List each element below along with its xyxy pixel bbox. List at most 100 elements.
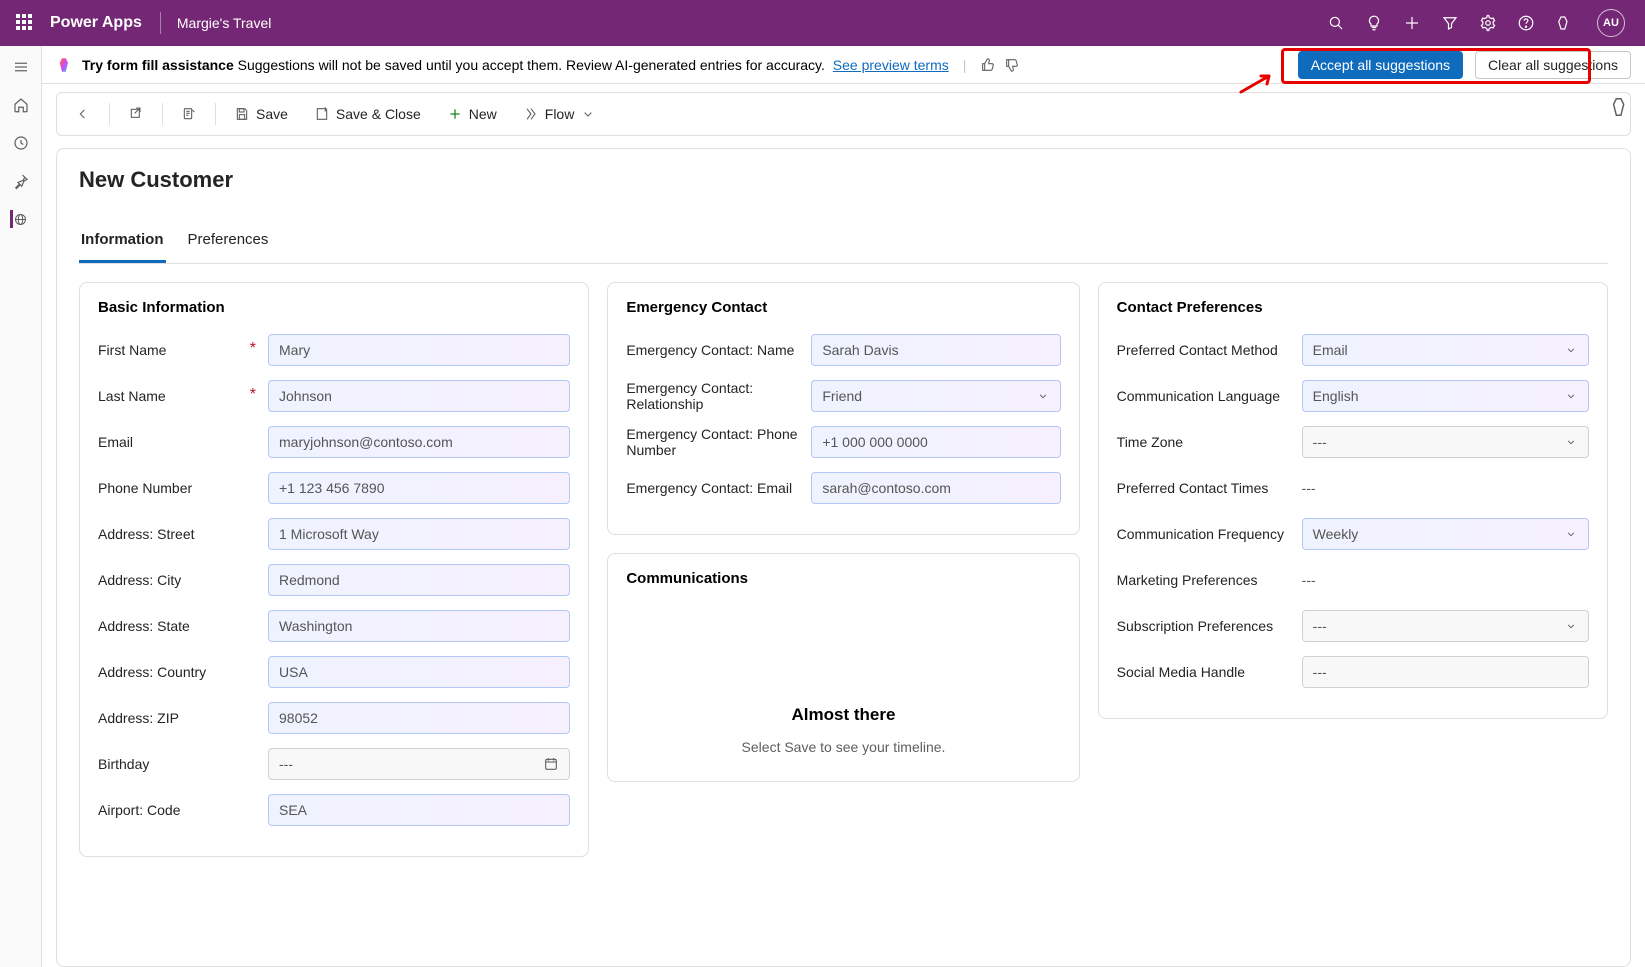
new-button[interactable]: New	[437, 100, 507, 128]
required-indicator: *	[250, 340, 256, 358]
notification-body: Suggestions will not be saved until you …	[234, 57, 829, 73]
new-label: New	[469, 106, 497, 122]
open-new-window-button[interactable]	[118, 100, 154, 128]
filter-icon[interactable]	[1441, 14, 1459, 32]
gear-icon[interactable]	[1479, 14, 1497, 32]
tab-preferences[interactable]: Preferences	[186, 223, 271, 263]
section-title: Communications	[626, 570, 1060, 587]
field-label: Emergency Contact: Name	[626, 342, 801, 358]
subscription-select[interactable]: ---	[1302, 610, 1589, 642]
field-label: Address: State	[98, 618, 258, 634]
clear-all-button[interactable]: Clear all suggestions	[1475, 51, 1631, 79]
field-label: Address: ZIP	[98, 710, 258, 726]
pinned-icon[interactable]	[12, 172, 30, 190]
notification-text: Try form fill assistance Suggestions wil…	[82, 57, 949, 73]
user-avatar[interactable]: AU	[1597, 9, 1625, 37]
required-indicator: *	[250, 386, 256, 404]
section-title: Basic Information	[98, 299, 570, 316]
copilot-panel-button[interactable]	[1609, 96, 1631, 118]
app-title: Power Apps	[50, 14, 142, 32]
state-input[interactable]: Washington	[268, 610, 570, 642]
copilot-icon	[56, 56, 74, 74]
flow-button[interactable]: Flow	[513, 100, 607, 128]
emergency-phone-input[interactable]: +1 000 000 0000	[811, 426, 1060, 458]
email-input[interactable]: maryjohnson@contoso.com	[268, 426, 570, 458]
tab-information[interactable]: Information	[79, 223, 166, 263]
birthday-input[interactable]: ---	[268, 748, 570, 780]
annotation-arrow	[1239, 72, 1275, 94]
chevron-down-icon	[1564, 435, 1578, 449]
frequency-select[interactable]: Weekly	[1302, 518, 1589, 550]
help-icon[interactable]	[1517, 14, 1535, 32]
chevron-down-icon	[1564, 527, 1578, 541]
chevron-down-icon	[1564, 343, 1578, 357]
street-input[interactable]: 1 Microsoft Way	[268, 518, 570, 550]
page-title: New Customer	[79, 167, 1608, 193]
section-basic-info: Basic Information First Name* Mary Last …	[79, 282, 589, 857]
app-launcher-icon[interactable]	[16, 14, 34, 32]
field-label: Address: Country	[98, 664, 258, 680]
marketing-value[interactable]: ---	[1302, 564, 1589, 596]
section-emergency: Emergency Contact Emergency Contact: Nam…	[607, 282, 1079, 535]
chevron-down-icon	[1564, 389, 1578, 403]
field-label: Preferred Contact Method	[1117, 342, 1292, 358]
last-name-input[interactable]: Johnson	[268, 380, 570, 412]
field-label: Social Media Handle	[1117, 664, 1292, 680]
left-nav-rail	[0, 46, 42, 967]
emergency-relationship-select[interactable]: Friend	[811, 380, 1060, 412]
recent-icon[interactable]	[12, 134, 30, 152]
section-title: Contact Preferences	[1117, 299, 1589, 316]
contact-times-value[interactable]: ---	[1302, 472, 1589, 504]
save-button[interactable]: Save	[224, 100, 298, 128]
field-label: Emergency Contact: Relationship	[626, 380, 801, 412]
timezone-select[interactable]: ---	[1302, 426, 1589, 458]
preview-terms-link[interactable]: See preview terms	[833, 57, 949, 73]
airport-code-input[interactable]: SEA	[268, 794, 570, 826]
nav-menu-icon[interactable]	[12, 58, 30, 76]
accept-all-button[interactable]: Accept all suggestions	[1298, 51, 1463, 79]
first-name-input[interactable]: Mary	[268, 334, 570, 366]
add-icon[interactable]	[1403, 14, 1421, 32]
calendar-icon[interactable]	[543, 756, 559, 772]
header-actions: AU	[1327, 9, 1635, 37]
field-label: Time Zone	[1117, 434, 1292, 450]
phone-input[interactable]: +1 123 456 7890	[268, 472, 570, 504]
form-assist-button[interactable]	[171, 100, 207, 128]
field-label: Email	[98, 434, 258, 450]
flow-label: Flow	[545, 106, 575, 122]
lightbulb-icon[interactable]	[1365, 14, 1383, 32]
nav-web-icon[interactable]	[10, 210, 28, 228]
field-label: Phone Number	[98, 480, 258, 496]
city-input[interactable]: Redmond	[268, 564, 570, 596]
form-container: New Customer Information Preferences Bas…	[56, 148, 1631, 967]
save-label: Save	[256, 106, 288, 122]
field-label: Address: Street	[98, 526, 258, 542]
field-label: Address: City	[98, 572, 258, 588]
emergency-name-input[interactable]: Sarah Davis	[811, 334, 1060, 366]
back-button[interactable]	[65, 100, 101, 128]
zip-input[interactable]: 98052	[268, 702, 570, 734]
field-label: Last Name*	[98, 388, 258, 404]
save-close-button[interactable]: Save & Close	[304, 100, 431, 128]
thumbs-up-icon[interactable]	[980, 57, 996, 73]
timeline-placeholder: Almost there Select Save to see your tim…	[626, 605, 1060, 765]
contact-method-select[interactable]: Email	[1302, 334, 1589, 366]
language-select[interactable]: English	[1302, 380, 1589, 412]
field-label: Preferred Contact Times	[1117, 480, 1292, 496]
cmd-separator	[162, 103, 163, 125]
country-input[interactable]: USA	[268, 656, 570, 688]
field-label: Emergency Contact: Phone Number	[626, 426, 801, 458]
field-label: First Name*	[98, 342, 258, 358]
thumbs-down-icon[interactable]	[1004, 57, 1020, 73]
notification-title: Try form fill assistance	[82, 57, 234, 73]
field-label: Airport: Code	[98, 802, 258, 818]
social-input[interactable]: ---	[1302, 656, 1589, 688]
command-bar: Save Save & Close New Flow	[56, 92, 1631, 136]
field-label: Emergency Contact: Email	[626, 480, 801, 496]
chevron-down-icon	[1036, 389, 1050, 403]
field-label: Subscription Preferences	[1117, 618, 1292, 634]
emergency-email-input[interactable]: sarah@contoso.com	[811, 472, 1060, 504]
home-icon[interactable]	[12, 96, 30, 114]
copilot-header-icon[interactable]	[1555, 14, 1573, 32]
search-icon[interactable]	[1327, 14, 1345, 32]
